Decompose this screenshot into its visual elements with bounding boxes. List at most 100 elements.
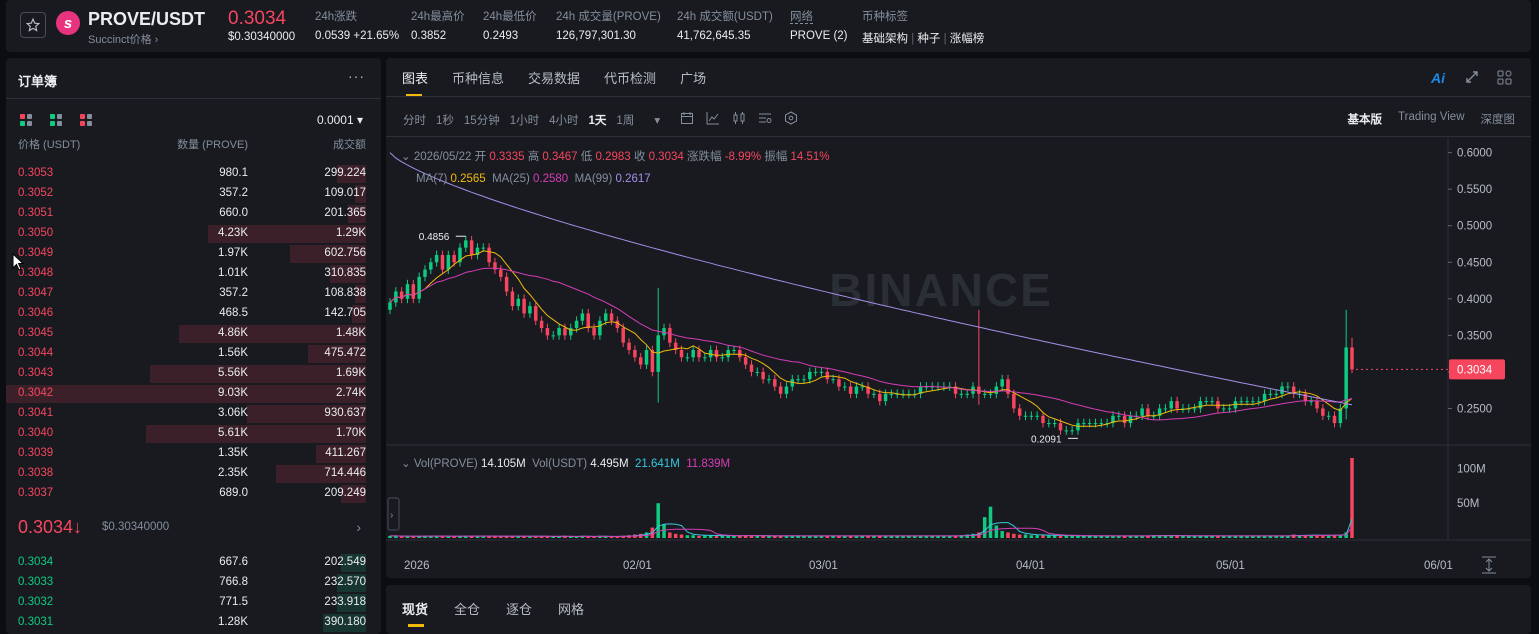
ask-total: 108.838 bbox=[324, 287, 366, 299]
ma25-value: 0.2580 bbox=[533, 173, 569, 185]
ask-qty: 357.2 bbox=[219, 287, 248, 299]
chevron-right-icon[interactable]: › bbox=[356, 519, 361, 535]
ask-row[interactable]: 0.3038 2.35K 714.446 bbox=[6, 464, 381, 484]
open-label: 开 bbox=[474, 151, 487, 163]
ask-qty: 1.56K bbox=[217, 347, 248, 359]
volume-bar bbox=[726, 535, 730, 538]
candle-body bbox=[405, 284, 410, 299]
chart-panel: 图表 币种信息 交易数据 代币检测 广场 Ai 分时 1秒 15分钟 1小时 4小时 1天 1周 ▾… bbox=[386, 58, 1531, 578]
volume-bar bbox=[1350, 458, 1354, 538]
candle-body bbox=[469, 240, 474, 255]
ask-qty: 3.06K bbox=[217, 407, 248, 419]
candle-body bbox=[1035, 415, 1039, 417]
ask-total: 310.835 bbox=[324, 267, 366, 279]
candle-body bbox=[755, 371, 760, 373]
ask-row[interactable]: 0.3037 689.0 209.249 bbox=[6, 484, 381, 504]
ask-row[interactable]: 0.3051 660.0 201.365 bbox=[6, 204, 381, 224]
candle-body bbox=[1058, 423, 1063, 431]
candle-body bbox=[615, 320, 620, 329]
tag-link[interactable]: 涨幅榜 bbox=[950, 33, 985, 45]
candle-body bbox=[1000, 379, 1004, 387]
bid-row[interactable]: 0.3031 1.28K 390.180 bbox=[6, 613, 381, 633]
volume-bar bbox=[720, 535, 725, 538]
volume-bar bbox=[534, 536, 538, 538]
book-mode-both-icon[interactable] bbox=[20, 114, 32, 126]
ask-row[interactable]: 0.3048 1.01K 310.835 bbox=[6, 264, 381, 284]
candle-body bbox=[1274, 393, 1278, 395]
bid-row[interactable]: 0.3032 771.5 233.918 bbox=[6, 593, 381, 613]
candle-body bbox=[411, 284, 416, 299]
ask-total: 142.705 bbox=[324, 307, 366, 319]
more-options-icon[interactable]: ··· bbox=[348, 68, 365, 84]
ask-row[interactable]: 0.3046 468.5 142.705 bbox=[6, 304, 381, 324]
book-mode-bids-icon[interactable] bbox=[50, 114, 62, 126]
ask-row[interactable]: 0.3045 4.86K 1.48K bbox=[6, 324, 381, 344]
ask-row[interactable]: 0.3053 980.1 299.224 bbox=[6, 164, 381, 184]
vol-ma2-line bbox=[390, 526, 1353, 537]
x-tick-label: 05/01 bbox=[1216, 560, 1245, 572]
ask-total: 109.017 bbox=[324, 187, 366, 199]
bid-row[interactable]: 0.3034 667.6 202.549 bbox=[6, 553, 381, 573]
candle-body bbox=[592, 328, 596, 336]
bid-price: 0.3033 bbox=[18, 576, 54, 588]
candle-body bbox=[586, 313, 590, 329]
ma25-label: MA(25) bbox=[492, 173, 530, 185]
ask-qty: 468.5 bbox=[219, 307, 248, 319]
candle-body bbox=[668, 328, 672, 343]
candle-body bbox=[510, 291, 515, 307]
vol-usdt-label: Vol(USDT) bbox=[532, 458, 588, 470]
volume-bar bbox=[1058, 535, 1063, 538]
ask-row[interactable]: 0.3043 5.56K 1.69K bbox=[6, 364, 381, 384]
stat-network[interactable]: 网络 PROVE (2) bbox=[790, 8, 848, 42]
ask-row[interactable]: 0.3042 9.03K 2.74K bbox=[6, 384, 381, 404]
stat-value: 41,762,645.35 bbox=[677, 30, 751, 42]
ask-price: 0.3047 bbox=[18, 287, 54, 299]
candle-body bbox=[848, 386, 853, 394]
tag-link[interactable]: 基础架构 bbox=[862, 33, 908, 45]
bid-qty: 667.6 bbox=[219, 556, 248, 568]
candle-body bbox=[877, 393, 882, 402]
candle-body bbox=[1012, 393, 1016, 409]
y-tick-label: 0.3500 bbox=[1457, 330, 1492, 342]
stat-high: 24h最高价 0.3852 bbox=[411, 8, 465, 42]
volume-bar bbox=[1012, 533, 1016, 538]
ask-row[interactable]: 0.3041 3.06K 930.637 bbox=[6, 404, 381, 424]
ask-row[interactable]: 0.3044 1.56K 475.472 bbox=[6, 344, 381, 364]
candle-body bbox=[603, 313, 608, 321]
candle-body bbox=[1286, 386, 1290, 388]
precision-select[interactable]: 0.0001 ▾ bbox=[317, 113, 363, 127]
tag-link[interactable]: 种子 bbox=[917, 33, 940, 45]
ask-price: 0.3040 bbox=[18, 427, 54, 439]
bid-row[interactable]: 0.3033 766.8 232.570 bbox=[6, 573, 381, 593]
book-mode-asks-icon[interactable] bbox=[80, 114, 92, 126]
candle-body bbox=[749, 364, 754, 372]
mid-price: 0.3034↓ bbox=[18, 517, 83, 537]
trade-tab-2[interactable]: 逐仓 bbox=[506, 599, 532, 627]
candle-body bbox=[1326, 415, 1331, 417]
candle-body bbox=[551, 335, 555, 337]
candle-body bbox=[1099, 423, 1104, 425]
candle-body bbox=[644, 349, 649, 365]
ask-row[interactable]: 0.3052 357.2 109.017 bbox=[6, 184, 381, 204]
depth-bar bbox=[6, 385, 366, 403]
ask-row[interactable]: 0.3049 1.97K 602.756 bbox=[6, 244, 381, 264]
ask-row[interactable]: 0.3047 357.2 108.838 bbox=[6, 284, 381, 304]
trade-tab-1[interactable]: 全仓 bbox=[454, 599, 480, 627]
candle-body bbox=[843, 386, 847, 388]
ask-row[interactable]: 0.3040 5.61K 1.70K bbox=[6, 424, 381, 444]
ask-price: 0.3051 bbox=[18, 207, 54, 219]
favorite-star-icon[interactable] bbox=[20, 12, 46, 38]
coin-info-link[interactable]: Succinct价格 › bbox=[88, 31, 158, 47]
candle-body bbox=[1221, 408, 1226, 410]
candlestick-chart[interactable]: BINANCE 0.6000 0.5500 0.5000 0.4500 0.4000 0.3… bbox=[386, 58, 1531, 578]
pair-name[interactable]: PROVE/USDT bbox=[88, 9, 205, 30]
ask-row[interactable]: 0.3050 4.23K 1.29K bbox=[6, 224, 381, 244]
trade-tab-3[interactable]: 网格 bbox=[558, 599, 584, 627]
ask-row[interactable]: 0.3039 1.35K 411.267 bbox=[6, 444, 381, 464]
stat-value: PROVE (2) bbox=[790, 30, 848, 42]
trade-tab-0[interactable]: 现货 bbox=[402, 599, 428, 627]
candle-body bbox=[808, 371, 812, 380]
ask-price: 0.3050 bbox=[18, 227, 54, 239]
ohlc-date: 2026/05/22 bbox=[413, 151, 472, 163]
candle-body bbox=[1163, 408, 1168, 410]
